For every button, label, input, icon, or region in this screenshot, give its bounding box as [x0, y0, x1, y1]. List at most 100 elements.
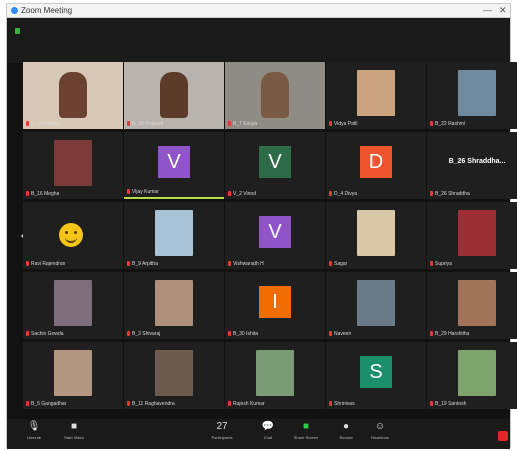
encryption-shield-icon[interactable] — [15, 28, 20, 34]
participant-name: B_1 Deepika — [31, 121, 60, 127]
muted-microphone-icon — [228, 191, 231, 196]
participant-tile[interactable]: Supriya — [427, 202, 517, 269]
participant-tile[interactable]: B_3 Shivaraj — [124, 272, 224, 339]
participant-tile[interactable]: Ravi Rajendran — [23, 202, 123, 269]
muted-microphone-icon — [127, 401, 130, 406]
participant-tile[interactable]: Sachin Gowda — [23, 272, 123, 339]
participant-tile[interactable]: Sagar — [326, 202, 426, 269]
participant-tile[interactable]: B_18 Prakash — [124, 62, 224, 129]
initial-avatar: V — [259, 146, 291, 178]
muted-microphone-icon — [26, 121, 29, 126]
participant-tile[interactable]: B_22 Rashmi — [427, 62, 517, 129]
profile-photo — [155, 350, 193, 396]
profile-photo — [458, 350, 496, 396]
participant-tile[interactable]: B_19 Santosh — [427, 342, 517, 409]
participant-name: Naveen — [334, 331, 352, 337]
participant-name: Shrinivas — [334, 401, 355, 407]
participant-tile[interactable]: B_7 Kavya — [225, 62, 325, 129]
participant-video — [225, 62, 325, 129]
participant-tile[interactable]: B_11 Raghavendra — [124, 342, 224, 409]
profile-photo — [155, 280, 193, 326]
mute-button[interactable]: 🎙 Unmute — [19, 421, 49, 440]
record-button[interactable]: ● Record — [331, 421, 361, 440]
start-video-label: Start Video — [64, 435, 84, 440]
participant-tile[interactable]: Rajesh Kumar — [225, 342, 325, 409]
participant-tile[interactable]: Naveen — [326, 272, 426, 339]
participant-tile[interactable]: B_9 Arpitha — [124, 202, 224, 269]
participant-name: B_5 Gangadhar — [31, 401, 67, 407]
participant-name: B_19 Santosh — [435, 401, 467, 407]
window-title: Zoom Meeting — [21, 6, 73, 15]
participant-name: Vishwanath H — [233, 261, 264, 267]
share-screen-button[interactable]: ■ Share Screen — [291, 421, 321, 440]
participant-tile[interactable]: V V_2 Vinod — [225, 132, 325, 199]
participant-name: Vidya Patil — [334, 121, 358, 127]
reactions-button[interactable]: ☺ Reactions — [365, 421, 395, 440]
muted-microphone-icon — [329, 191, 332, 196]
participant-tile[interactable]: B_1 Deepika — [23, 62, 123, 129]
participant-name: V_2 Vinod — [233, 191, 256, 197]
participant-tile[interactable]: V Vijay Kumar — [124, 132, 224, 199]
muted-microphone-icon — [26, 261, 29, 266]
zoom-window: Zoom Meeting — ✕ B_1 Deepika B_18 Prakash… — [6, 3, 517, 449]
minimize-icon[interactable]: — — [483, 4, 492, 16]
participant-name: B_7 Kavya — [233, 121, 258, 127]
participant-tile[interactable]: V Vishwanath H — [225, 202, 325, 269]
muted-microphone-icon — [329, 261, 332, 266]
profile-photo — [458, 210, 496, 256]
record-icon: ● — [342, 421, 350, 432]
muted-microphone-icon — [430, 331, 433, 336]
close-icon[interactable]: ✕ — [499, 4, 507, 16]
zoom-app-icon — [11, 7, 18, 14]
participant-tile[interactable]: B_26 Shraddha... B_26 Shraddha — [427, 132, 517, 199]
participant-tile[interactable]: I B_30 Ishita — [225, 272, 325, 339]
muted-microphone-icon — [26, 401, 29, 406]
muted-microphone-icon — [127, 189, 130, 194]
profile-photo — [54, 140, 92, 186]
participant-name: B_11 Raghavendra — [132, 401, 175, 407]
muted-microphone-icon — [329, 331, 332, 336]
participant-tile[interactable]: B_5 Gangadhar — [23, 342, 123, 409]
participants-label: Participants — [211, 435, 233, 440]
reactions-label: Reactions — [371, 435, 389, 440]
initial-avatar: D — [360, 146, 392, 178]
participant-name: B_30 Ishita — [233, 331, 259, 337]
record-label: Record — [339, 435, 353, 440]
leave-meeting-button[interactable] — [498, 431, 508, 441]
participant-name: D_4 Divya — [334, 191, 358, 197]
participant-name: B_9 Arpitha — [132, 261, 158, 267]
profile-photo — [357, 210, 395, 256]
participant-tile[interactable]: Vidya Patil — [326, 62, 426, 129]
participant-tile[interactable]: S Shrinivas — [326, 342, 426, 409]
profile-photo — [357, 70, 395, 116]
participant-tile[interactable]: D D_4 Divya — [326, 132, 426, 199]
participant-tile[interactable]: B_29 Harshitha — [427, 272, 517, 339]
participant-name: B_3 Shivaraj — [132, 331, 161, 337]
participants-button[interactable]: 27 Participants — [207, 421, 237, 440]
muted-microphone-icon — [26, 331, 29, 336]
participant-tile[interactable]: B_16 Megha — [23, 132, 123, 199]
participant-name: Sagar — [334, 261, 348, 267]
initial-avatar: V — [158, 146, 190, 178]
participant-name: Ravi Rajendran — [31, 261, 66, 267]
muted-microphone-icon — [430, 401, 433, 406]
participant-name: Rajesh Kumar — [233, 401, 265, 407]
participant-display-name: B_26 Shraddha... — [448, 158, 506, 165]
muted-microphone-icon — [329, 121, 332, 126]
participant-name: B_22 Rashmi — [435, 121, 466, 127]
profile-photo — [54, 350, 92, 396]
participant-count: 27 — [216, 421, 228, 432]
muted-microphone-icon — [127, 261, 130, 266]
chat-label: Chat — [263, 435, 273, 440]
participant-figure — [160, 72, 188, 118]
chat-button[interactable]: 💬 Chat — [253, 421, 283, 440]
profile-photo — [256, 350, 294, 396]
participant-name: Supriya — [435, 261, 452, 267]
share-screen-label: Share Screen — [293, 435, 319, 440]
start-video-button[interactable]: ■ Start Video — [59, 421, 89, 440]
initial-avatar: V — [259, 216, 291, 248]
participant-name: B_29 Harshitha — [435, 331, 470, 337]
muted-microphone-icon — [430, 121, 433, 126]
share-screen-icon: ■ — [302, 421, 310, 432]
initial-avatar: I — [259, 286, 291, 318]
